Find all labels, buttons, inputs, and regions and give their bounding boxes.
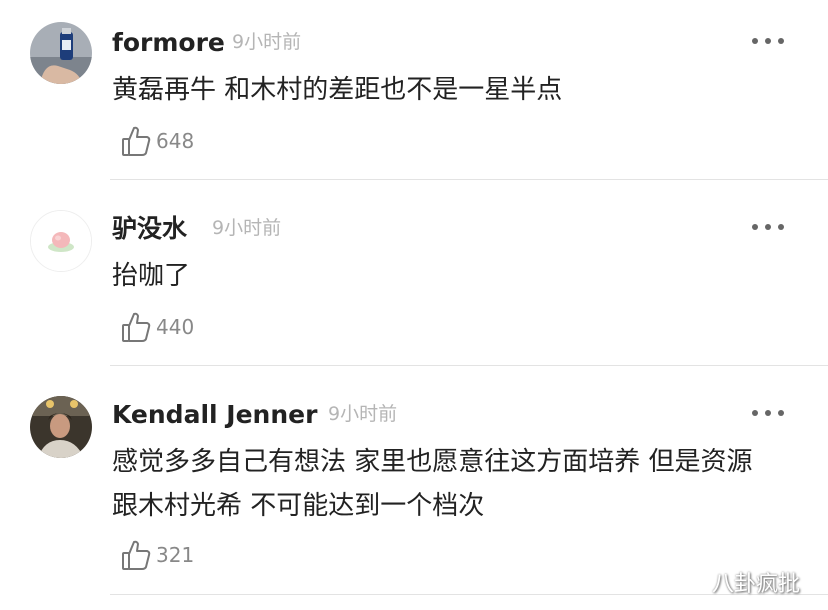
like-button[interactable]: 321: [120, 538, 194, 572]
watermark: 八卦疯批: [712, 572, 801, 597]
like-count: 321: [156, 543, 195, 567]
more-horizontal-icon: [752, 410, 758, 416]
comment-item: Kendall Jenner 9小时前 感觉多多自己有想法 家里也愿意往这方面培…: [0, 0, 828, 600]
avatar[interactable]: [30, 396, 92, 458]
thumbs-up-icon: [120, 538, 152, 572]
timestamp: 9小时前: [328, 403, 398, 425]
username[interactable]: Kendall Jenner: [112, 402, 317, 427]
more-options-button[interactable]: [752, 408, 784, 418]
comment-text: 感觉多多自己有想法 家里也愿意往这方面培养 但是资源跟木村光希 不可能达到一个档…: [112, 447, 753, 521]
